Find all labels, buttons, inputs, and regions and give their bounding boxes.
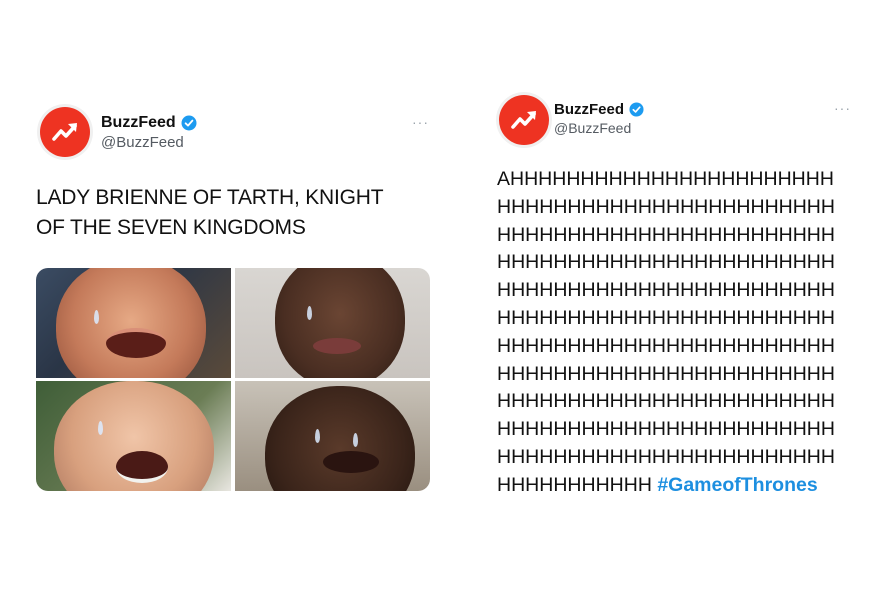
author-name-row: BuzzFeed [554,101,645,118]
media-image-crying-face[interactable] [235,268,430,378]
tweet-text: LADY BRIENNE OF TARTH, KNIGHT OF THE SEV… [36,183,384,243]
more-options-icon[interactable]: ··· [834,101,851,115]
buzzfeed-trending-arrow-icon [52,123,77,141]
author-name-row: BuzzFeed [101,114,197,132]
handle[interactable]: @BuzzFeed [554,120,631,136]
avatar[interactable] [499,95,549,145]
media-image-crying-face[interactable] [235,381,430,491]
media-image-crying-face[interactable] [36,381,231,491]
tweet-card-2: BuzzFeed @BuzzFeed ··· AHHHHHHHHHHHHHHHH… [450,0,895,595]
media-image-crying-face[interactable] [36,268,231,378]
display-name[interactable]: BuzzFeed [554,101,624,118]
more-options-icon[interactable]: ··· [412,115,429,129]
hashtag-link[interactable]: #GameofThrones [657,474,817,496]
display-name[interactable]: BuzzFeed [101,114,176,132]
tweet-text: AHHHHHHHHHHHHHHHHHHHHHHH HHHHHHHHHHHHHHH… [497,166,835,500]
avatar[interactable] [40,107,90,157]
verified-badge-icon [181,115,197,131]
tweet-text-line: LADY BRIENNE OF TARTH, KNIGHT [36,186,384,209]
buzzfeed-trending-arrow-icon [511,111,536,129]
verified-badge-icon [629,101,645,118]
tweet-body-text: AHHHHHHHHHHHHHHHHHHHHHHH HHHHHHHHHHHHHHH… [497,168,835,496]
tweet-text-line: OF THE SEVEN KINGDOMS [36,216,306,239]
handle[interactable]: @BuzzFeed [101,134,184,151]
media-grid[interactable] [36,268,430,491]
tweet-card-1: BuzzFeed @BuzzFeed ··· LADY BRIENNE OF T… [0,0,450,595]
